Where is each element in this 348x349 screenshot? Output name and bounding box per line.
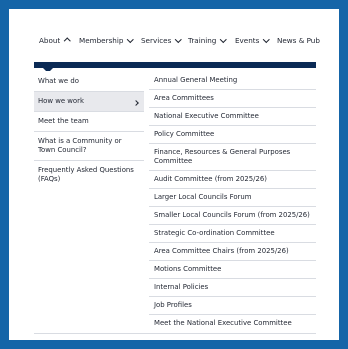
link-label: Audit Committee (from 2025/26) — [154, 175, 267, 183]
nav-services[interactable]: Services — [141, 35, 182, 45]
chevron-up-icon — [64, 38, 71, 45]
submenu-item-meet-the-team[interactable]: Meet the team — [34, 112, 144, 132]
chevron-right-icon — [133, 100, 139, 106]
chevron-down-icon — [220, 35, 227, 43]
link-strategic-coordination[interactable]: Strategic Co-ordination Committee — [149, 225, 316, 243]
submenu-item-label: Frequently Asked Questions (FAQs) — [38, 166, 134, 183]
nav-events[interactable]: Events — [235, 35, 270, 45]
link-annual-general-meeting[interactable]: Annual General Meeting — [149, 72, 316, 90]
submenu-item-faqs[interactable]: Frequently Asked Questions (FAQs) — [34, 161, 144, 189]
link-label: Meet the National Executive Committee — [154, 319, 292, 327]
link-label: Area Committees — [154, 94, 214, 102]
nav-news[interactable]: News & Pub — [277, 36, 320, 45]
link-label: Area Committee Chairs (from 2025/26) — [154, 247, 289, 255]
right-submenu: Annual General Meeting Area Committees N… — [149, 72, 316, 332]
mega-menu-frame: About Membership Services Training Event… — [9, 9, 339, 340]
nav-news-label: News & Pub — [277, 36, 320, 45]
link-meet-nec[interactable]: Meet the National Executive Committee — [149, 315, 316, 332]
link-job-profiles[interactable]: Job Profiles — [149, 297, 316, 315]
top-navigation: About Membership Services Training Event… — [9, 9, 339, 71]
submenu-item-label: Meet the team — [38, 117, 89, 125]
submenu-item-label: What we do — [38, 77, 79, 85]
menu-accent-bar — [34, 62, 316, 68]
link-area-committee-chairs[interactable]: Area Committee Chairs (from 2025/26) — [149, 243, 316, 261]
nav-events-label: Events — [235, 36, 260, 45]
link-area-committees[interactable]: Area Committees — [149, 90, 316, 108]
submenu-item-what-we-do[interactable]: What we do — [34, 72, 144, 92]
link-label: Strategic Co-ordination Committee — [154, 229, 275, 237]
link-label: Motions Committee — [154, 265, 222, 273]
nav-membership[interactable]: Membership — [79, 35, 134, 45]
link-label: Finance, Resources & General Purposes Co… — [154, 148, 291, 165]
link-internal-policies[interactable]: Internal Policies — [149, 279, 316, 297]
nav-membership-label: Membership — [79, 36, 124, 45]
link-label: Internal Policies — [154, 283, 209, 291]
link-label: Job Profiles — [154, 301, 192, 309]
nav-about-label: About — [39, 36, 61, 45]
link-label: Policy Committee — [154, 130, 215, 138]
nav-training[interactable]: Training — [188, 35, 227, 45]
nav-services-label: Services — [141, 36, 172, 45]
link-label: National Executive Committee — [154, 112, 259, 120]
link-national-executive-committee[interactable]: National Executive Committee — [149, 108, 316, 126]
submenu-item-label: How we work — [38, 97, 84, 105]
link-audit-committee[interactable]: Audit Committee (from 2025/26) — [149, 171, 316, 189]
bottom-divider — [34, 333, 316, 334]
link-policy-committee[interactable]: Policy Committee — [149, 126, 316, 144]
nav-training-label: Training — [188, 36, 217, 45]
left-submenu: What we do How we work Meet the team Wha… — [34, 72, 144, 189]
link-label: Smaller Local Councils Forum (from 2025/… — [154, 211, 310, 219]
link-label: Annual General Meeting — [154, 76, 238, 84]
link-finance-committee[interactable]: Finance, Resources & General Purposes Co… — [149, 144, 316, 171]
submenu-item-how-we-work[interactable]: How we work — [34, 92, 144, 112]
chevron-down-icon — [263, 35, 270, 43]
active-caret-icon — [43, 68, 53, 71]
chevron-down-icon — [175, 35, 182, 43]
link-label: Larger Local Councils Forum — [154, 193, 252, 201]
link-smaller-councils-forum[interactable]: Smaller Local Councils Forum (from 2025/… — [149, 207, 316, 225]
submenu-item-label: What is a Community or Town Council? — [38, 137, 122, 154]
nav-about[interactable]: About — [39, 36, 71, 45]
link-motions-committee[interactable]: Motions Committee — [149, 261, 316, 279]
chevron-down-icon — [127, 35, 134, 43]
link-larger-councils-forum[interactable]: Larger Local Councils Forum — [149, 189, 316, 207]
submenu-item-community-council[interactable]: What is a Community or Town Council? — [34, 132, 144, 161]
